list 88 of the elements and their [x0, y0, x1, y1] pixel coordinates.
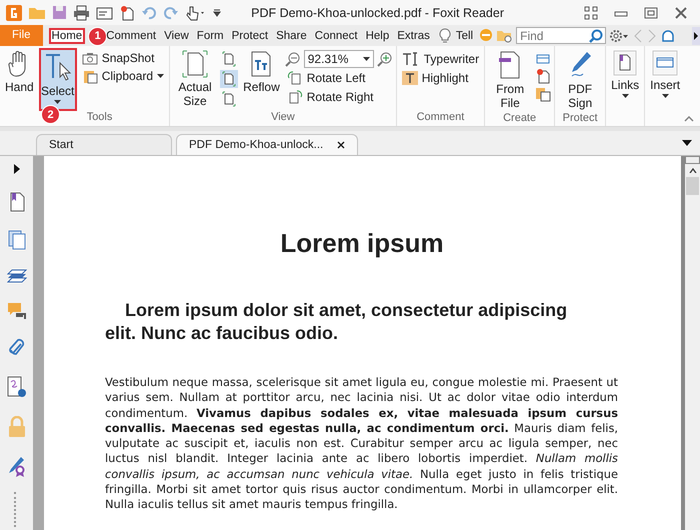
- clipboard-icon: [82, 68, 98, 84]
- restore-icon[interactable]: [644, 6, 658, 20]
- paperclip-icon[interactable]: [8, 338, 24, 358]
- tell-me-label[interactable]: Tell: [452, 28, 476, 44]
- callout-number: 1: [88, 26, 108, 46]
- scroll-up-icon[interactable]: [688, 168, 696, 173]
- group-label: Protect: [562, 112, 598, 124]
- tab-list-icon[interactable]: [682, 140, 692, 146]
- menu-tab[interactable]: View: [161, 28, 192, 44]
- save-icon[interactable]: [52, 5, 67, 20]
- snapshot-button[interactable]: SnapShot: [80, 50, 166, 66]
- fit-page-button[interactable]: [220, 50, 238, 68]
- reflow-icon: [249, 50, 274, 78]
- link-page-icon: [613, 50, 638, 76]
- bookmark-icon[interactable]: [8, 192, 24, 212]
- paste-page-icon[interactable]: [535, 86, 552, 102]
- caret-icon: [362, 57, 370, 61]
- highlight-icon: [402, 70, 418, 86]
- menu-tab[interactable]: Home: [48, 28, 86, 44]
- menu-tab[interactable]: Protect: [228, 28, 272, 44]
- menu-tab[interactable]: Connect: [312, 28, 361, 44]
- menu-tab[interactable]: Share: [273, 28, 310, 44]
- hand-pointer-icon[interactable]: [185, 4, 207, 20]
- rotate-right-button[interactable]: Rotate Right: [284, 88, 393, 106]
- expand-panel-icon[interactable]: [14, 164, 20, 174]
- signature-icon[interactable]: [6, 376, 26, 398]
- pen-award-icon[interactable]: [6, 456, 26, 478]
- typewriter-button[interactable]: Typewriter: [400, 50, 482, 68]
- collapse-ribbon-icon[interactable]: [684, 116, 694, 122]
- insert-button[interactable]: Insert: [648, 48, 682, 100]
- menu-tab[interactable]: Extras: [394, 28, 433, 44]
- document-heading: Lorem ipsum dolor sit amet, consectetur adipiscing elit. Nunc ac faucibus odio.: [105, 299, 568, 345]
- document-icon: [498, 50, 522, 80]
- film-icon: [652, 50, 678, 76]
- fullscreen-icon[interactable]: [584, 6, 598, 20]
- find-field[interactable]: Find: [516, 27, 606, 44]
- rotate-right-icon: [286, 89, 303, 105]
- app-logo-icon[interactable]: [6, 4, 22, 20]
- document-tab[interactable]: PDF Demo-Khoa-unlock...: [176, 134, 358, 155]
- caret-icon: [622, 94, 629, 98]
- bell-icon[interactable]: [660, 28, 676, 44]
- rotate-left-icon: [286, 70, 303, 86]
- vertical-scrollbar[interactable]: [681, 156, 700, 530]
- pages-icon[interactable]: [8, 230, 26, 250]
- camera-icon: [82, 51, 98, 65]
- highlight-button[interactable]: Highlight: [400, 69, 482, 87]
- window-title: PDF Demo-Khoa-unlocked.pdf - Foxit Reader: [250, 6, 505, 20]
- document-tab[interactable]: Start: [36, 134, 172, 155]
- comments-icon[interactable]: [6, 302, 26, 320]
- document-paragraph: Vestibulum neque massa, scelerisque sit amet ligula eu, congue molestie mi. Praesent ut varius sem. Nullam at porttitor arcu, nec lacinia nisi. Ut ac dolor vitae odio interdum condimentum. Vivamus dapibus sodales ex, vitae malesuada ipsum cursus convallis. Maecenas sed egestas nulla, ac condimentum orci. Mauris diam felis, vulputate ac suscipit et, iaculis non est. Curabitur semper arcu ac ligula semper, nec luctus nisl blandit. Integer lacinia ante ac libero lobortis imperdiet. Nullam mollis convallis ipsum, ac accumsan nunc vehicula vitae. Nulla eget justo in felis tristique fringilla. Morbi sit amet tortor quis risus auctor condimentum. Morbi in ullamcorper elit. Nulla iaculis tellus sit amet mauris tempus fringilla.: [105, 375, 618, 513]
- document-title: Lorem ipsum: [279, 228, 445, 259]
- zoom-dropdown[interactable]: 92.31%: [304, 50, 374, 68]
- layers-icon[interactable]: [6, 268, 26, 284]
- resize-grip[interactable]: [14, 492, 19, 527]
- links-button[interactable]: Links: [609, 48, 642, 100]
- menu-tab[interactable]: Form: [194, 28, 227, 44]
- group-label: Comment: [416, 111, 464, 123]
- print-icon[interactable]: [73, 4, 90, 20]
- clipboard-button[interactable]: Clipboard: [80, 67, 166, 85]
- new-page-icon[interactable]: [535, 68, 552, 84]
- customize-icon[interactable]: [213, 6, 221, 18]
- zoom-out-icon[interactable]: [284, 51, 301, 67]
- settings-icon[interactable]: [608, 28, 630, 44]
- fit-page-button[interactable]: [220, 90, 238, 108]
- new-document-icon[interactable]: [119, 4, 135, 20]
- fit-page-button[interactable]: [220, 70, 238, 88]
- from-file-button[interactable]: From File: [488, 48, 532, 112]
- caret-icon: [157, 74, 164, 78]
- mail-icon[interactable]: [96, 6, 113, 20]
- rotate-left-button[interactable]: Rotate Left: [284, 69, 393, 87]
- actual-size-button[interactable]: Actual Size: [173, 48, 218, 110]
- lightbulb-icon[interactable]: [438, 28, 451, 44]
- close-icon[interactable]: [337, 141, 346, 149]
- group-label: Tools: [86, 111, 112, 123]
- group-label: Create: [503, 112, 536, 124]
- hand-tool-button[interactable]: Hand: [3, 48, 36, 96]
- scroll-thumb[interactable]: [686, 177, 699, 195]
- typewriter-icon: [402, 51, 420, 67]
- caret-icon: [662, 94, 669, 98]
- zoom-in-icon[interactable]: [376, 51, 393, 67]
- reflow-button[interactable]: Reflow: [241, 48, 282, 96]
- page-icon: [182, 50, 208, 78]
- group-label: View: [271, 111, 295, 123]
- search-icon[interactable]: [589, 29, 604, 43]
- select-tool-button[interactable]: Select: [38, 48, 77, 111]
- callout-number: 2: [41, 105, 60, 124]
- menu-tab[interactable]: Help: [362, 28, 392, 44]
- pdf-sign-button[interactable]: PDF Sign: [558, 48, 602, 112]
